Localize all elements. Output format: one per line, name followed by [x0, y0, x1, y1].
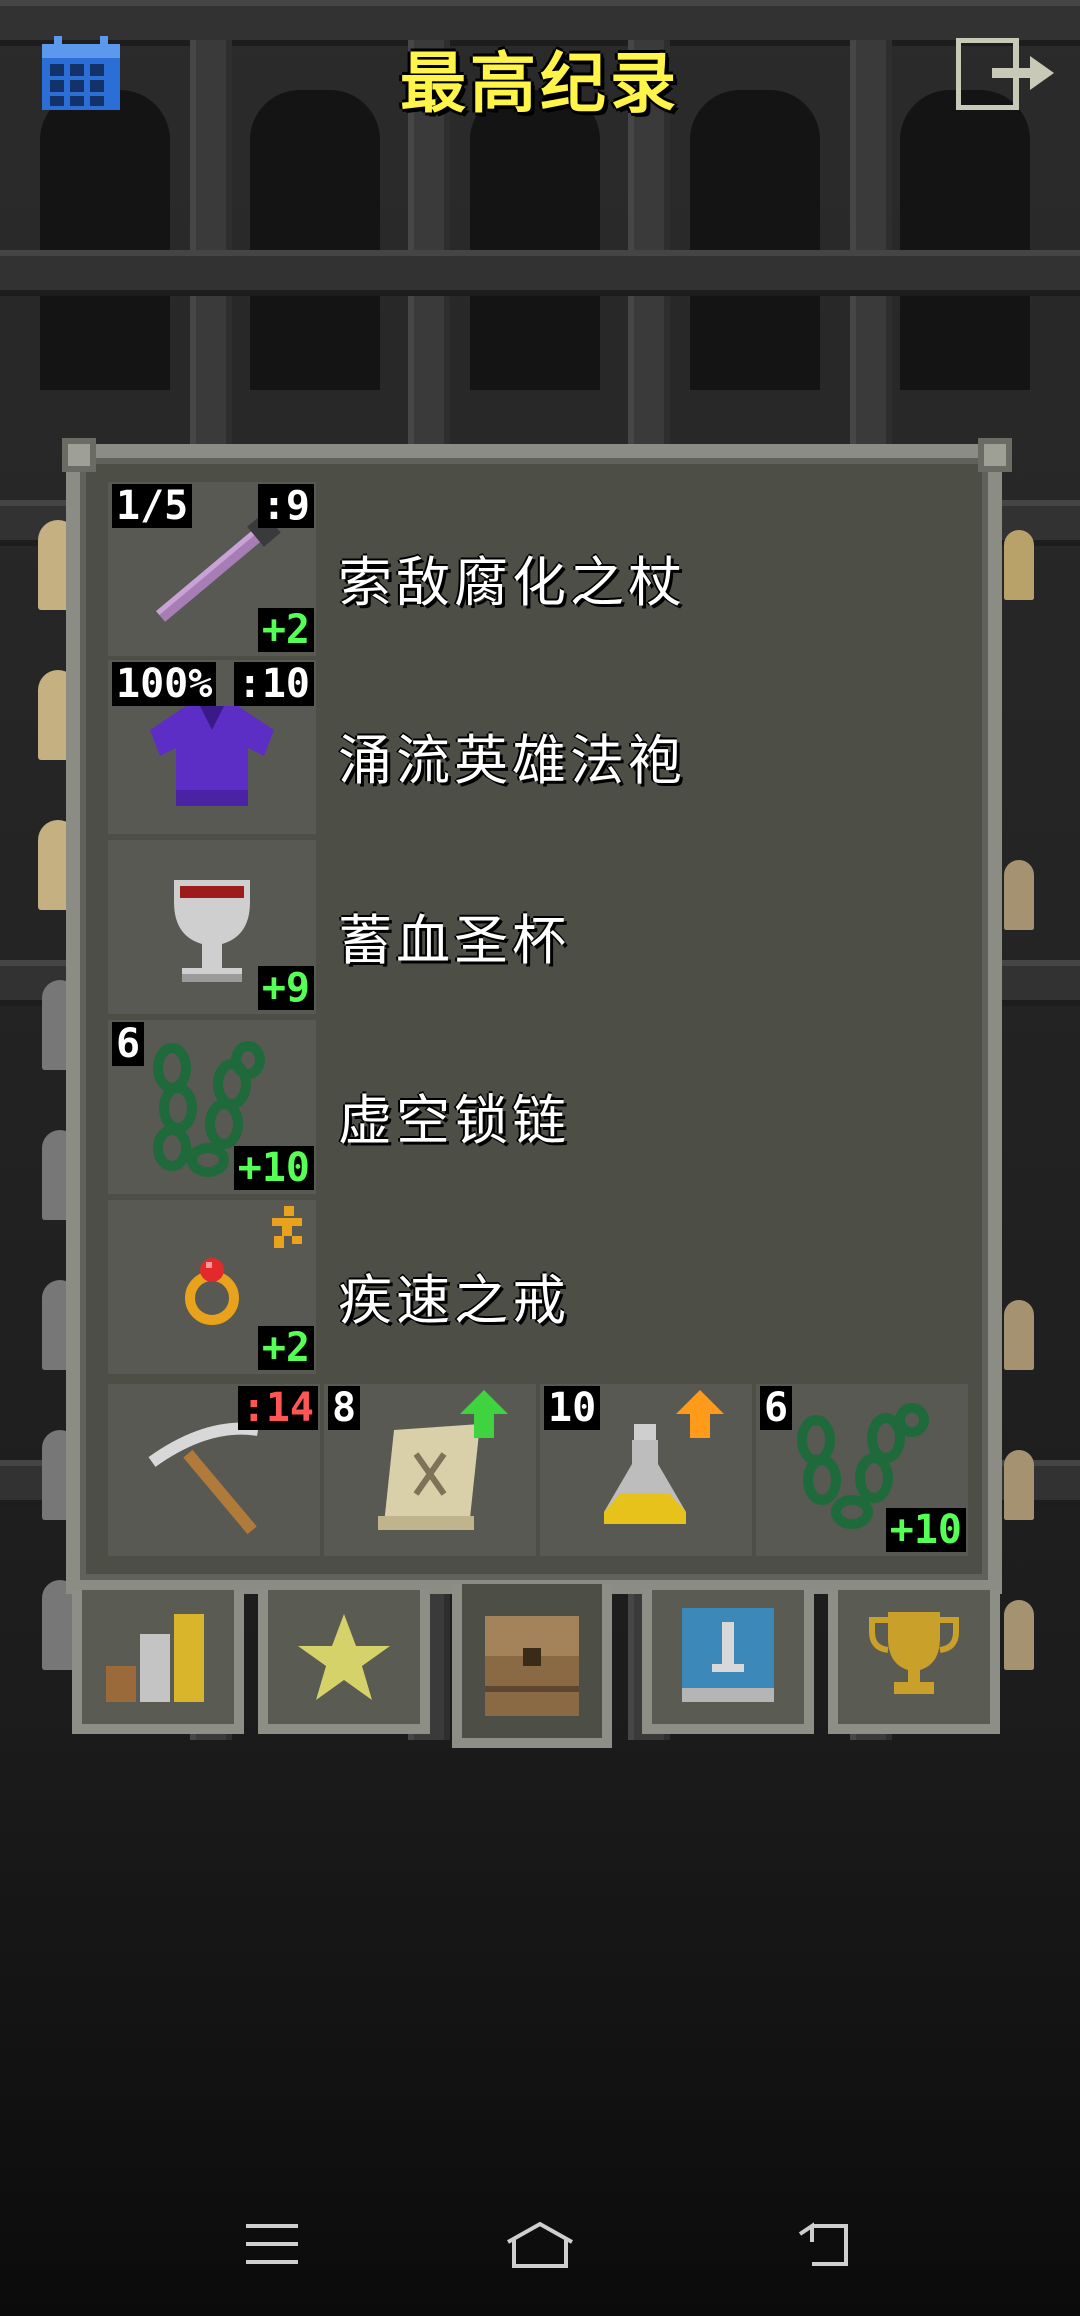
upgrade-badge: +9: [257, 966, 314, 1010]
sword-banner-icon: [682, 1608, 774, 1702]
equipment-row-artifact[interactable]: +9 蓄血圣杯: [108, 840, 968, 1016]
item-slot[interactable]: +9: [108, 840, 316, 1014]
quickslot-1[interactable]: :14: [108, 1384, 320, 1556]
tab-stats[interactable]: [72, 1590, 244, 1734]
quickslot-row: :14 8 10 6 +10: [108, 1384, 970, 1556]
quantity-badge: 6: [112, 1022, 145, 1066]
quantity-badge: 10: [544, 1386, 601, 1430]
tab-rankings[interactable]: [828, 1590, 1000, 1734]
quantity-badge: 8: [328, 1386, 361, 1430]
tab-badges[interactable]: [258, 1590, 430, 1734]
durability-badge: :10: [233, 662, 314, 706]
speed-rune-icon: [272, 1206, 302, 1248]
exit-icon[interactable]: [955, 37, 1056, 114]
panel-corner: [978, 438, 1012, 472]
upgrade-badge: +2: [257, 1326, 314, 1370]
upgrade-badge: +10: [233, 1146, 314, 1190]
equipment-row-ring[interactable]: +2 疾速之戒: [108, 1200, 968, 1376]
home-icon[interactable]: [504, 2220, 576, 2274]
equipment-row-armor[interactable]: 100% :10 涌流英雄法袍: [108, 660, 968, 836]
charge-badge: 1/5: [112, 484, 193, 528]
backpack-icon: [485, 1616, 579, 1716]
panel-corner: [62, 438, 96, 472]
trophy-icon: [869, 1612, 959, 1694]
stats-icon: [106, 1614, 204, 1702]
upgrade-badge: +2: [257, 608, 314, 652]
durability-badge: :14: [237, 1386, 318, 1430]
item-slot[interactable]: 1/5 :9 +2: [108, 482, 316, 656]
star-icon: [298, 1614, 390, 1700]
quickslot-4[interactable]: 6 +10: [756, 1384, 968, 1556]
quickslot-3[interactable]: 10: [540, 1384, 752, 1556]
item-name: 涌流英雄法袍: [338, 729, 686, 792]
tab-journal[interactable]: [642, 1590, 814, 1734]
equipment-row-misc[interactable]: 6 +10 虚空锁链: [108, 1020, 968, 1196]
tab-backpack[interactable]: [452, 1584, 612, 1748]
upgrade-badge: +10: [885, 1508, 966, 1552]
item-name: 索敌腐化之杖: [338, 551, 686, 614]
durability-badge: :9: [257, 484, 314, 528]
item-slot[interactable]: 100% :10: [108, 660, 316, 834]
item-name: 虚空锁链: [338, 1089, 570, 1152]
back-icon[interactable]: [796, 2220, 852, 2274]
menu-icon[interactable]: [244, 2220, 300, 2272]
armor-percent-badge: 100%: [112, 662, 217, 706]
item-slot[interactable]: +2: [108, 1200, 316, 1374]
item-slot[interactable]: 6 +10: [108, 1020, 316, 1194]
orange-arrow-icon: [676, 1390, 724, 1438]
quickslot-2[interactable]: 8: [324, 1384, 536, 1556]
green-arrow-icon: [460, 1390, 508, 1438]
quantity-badge: 6: [760, 1386, 793, 1430]
page-title: 最高纪录: [400, 45, 680, 122]
item-name: 蓄血圣杯: [338, 909, 570, 972]
item-name: 疾速之戒: [338, 1269, 570, 1332]
equipment-row-weapon[interactable]: 1/5 :9 +2 索敌腐化之杖: [108, 482, 968, 658]
